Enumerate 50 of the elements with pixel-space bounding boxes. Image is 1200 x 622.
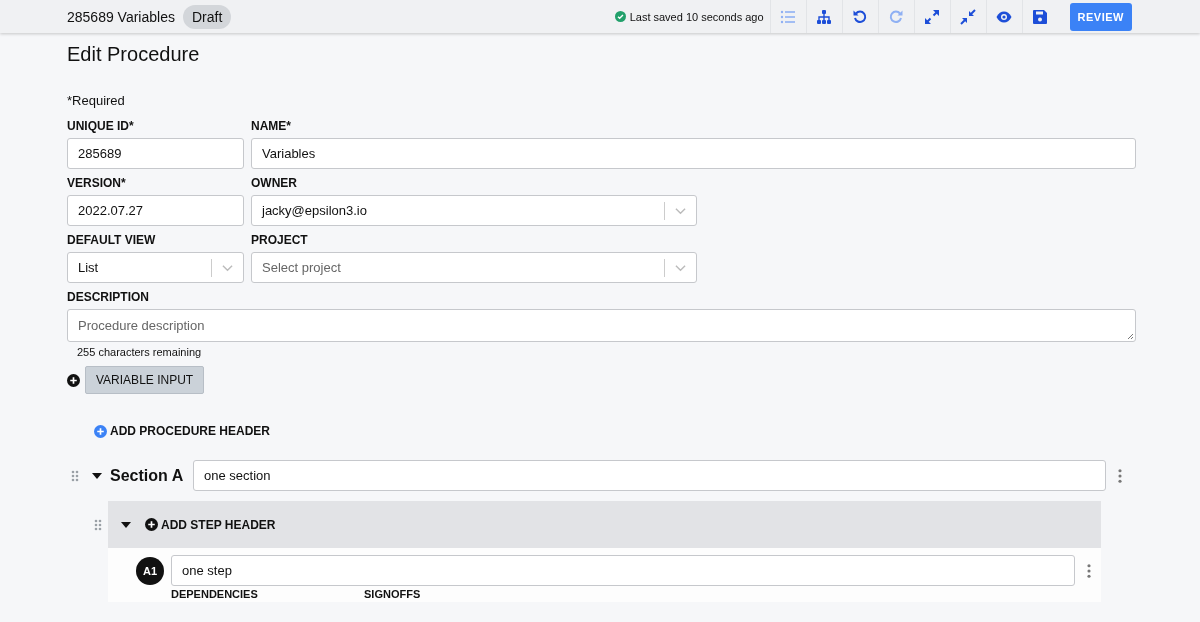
select-field[interactable]: jacky@epsilon3.io bbox=[251, 195, 697, 226]
drag-handle-icon[interactable] bbox=[94, 519, 102, 531]
plus-circle-icon bbox=[67, 373, 80, 387]
field-label: DESCRIPTION bbox=[67, 289, 150, 306]
caret-icon[interactable] bbox=[92, 472, 102, 479]
required-note: *Required bbox=[67, 93, 126, 108]
column-heading: DEPENDENCIES bbox=[171, 588, 259, 602]
plus-circle-icon bbox=[94, 424, 107, 438]
expand-icon bbox=[924, 8, 941, 25]
field-label: VERSION* bbox=[67, 175, 127, 192]
step-title-field[interactable]: one step bbox=[171, 555, 1075, 586]
field-label: NAME* bbox=[251, 118, 292, 135]
field-label: UNIQUE ID* bbox=[67, 118, 135, 135]
input-field[interactable]: Variables bbox=[251, 138, 1136, 169]
input-field[interactable]: 285689 bbox=[67, 138, 244, 169]
undo-icon bbox=[852, 8, 869, 25]
review-button[interactable]: REVIEW bbox=[1069, 2, 1132, 31]
section-title-field[interactable]: one section bbox=[193, 460, 1106, 491]
save-status: Last saved 10 seconds ago bbox=[629, 10, 764, 23]
column-heading: SIGNOFFS bbox=[364, 588, 422, 602]
step-number-badge: A1 bbox=[136, 556, 164, 585]
status-badge: Draft bbox=[182, 4, 232, 29]
input-field[interactable]: 2022.07.27 bbox=[67, 195, 244, 226]
field-label: PROJECT bbox=[251, 232, 309, 249]
check-circle-icon bbox=[614, 11, 626, 22]
chevron-down-icon bbox=[222, 263, 233, 272]
select-field[interactable]: List bbox=[67, 252, 244, 283]
page-title: Edit Procedure bbox=[67, 43, 201, 67]
field-label: OWNER bbox=[251, 175, 298, 192]
caret-icon[interactable] bbox=[121, 521, 131, 528]
variable-input-button[interactable]: VARIABLE INPUT bbox=[85, 366, 205, 394]
resize-grip-icon[interactable] bbox=[1126, 332, 1134, 340]
hierarchy-icon bbox=[816, 8, 833, 25]
section-name: Section A bbox=[110, 466, 185, 485]
procedure-title: 285689 Variables bbox=[67, 8, 175, 25]
drag-handle-icon[interactable] bbox=[71, 469, 79, 482]
list-icon bbox=[780, 8, 797, 25]
collapse-icon bbox=[960, 8, 977, 25]
plus-circle-icon bbox=[145, 518, 158, 531]
field-label: DEFAULT VIEW bbox=[67, 232, 157, 249]
add-procedure-header-button[interactable]: ADD PROCEDURE HEADER bbox=[94, 424, 270, 438]
more-options-icon[interactable] bbox=[1118, 468, 1122, 483]
select-field[interactable]: Select project bbox=[251, 252, 697, 283]
redo-icon bbox=[888, 8, 905, 25]
chevron-down-icon bbox=[675, 263, 686, 272]
description-field[interactable]: Procedure description bbox=[67, 309, 1136, 342]
more-options-icon[interactable] bbox=[1087, 563, 1091, 578]
character-count: 255 characters remaining bbox=[77, 346, 203, 358]
add-step-header-button[interactable]: ADD STEP HEADER bbox=[145, 517, 276, 532]
chevron-down-icon bbox=[675, 206, 686, 215]
